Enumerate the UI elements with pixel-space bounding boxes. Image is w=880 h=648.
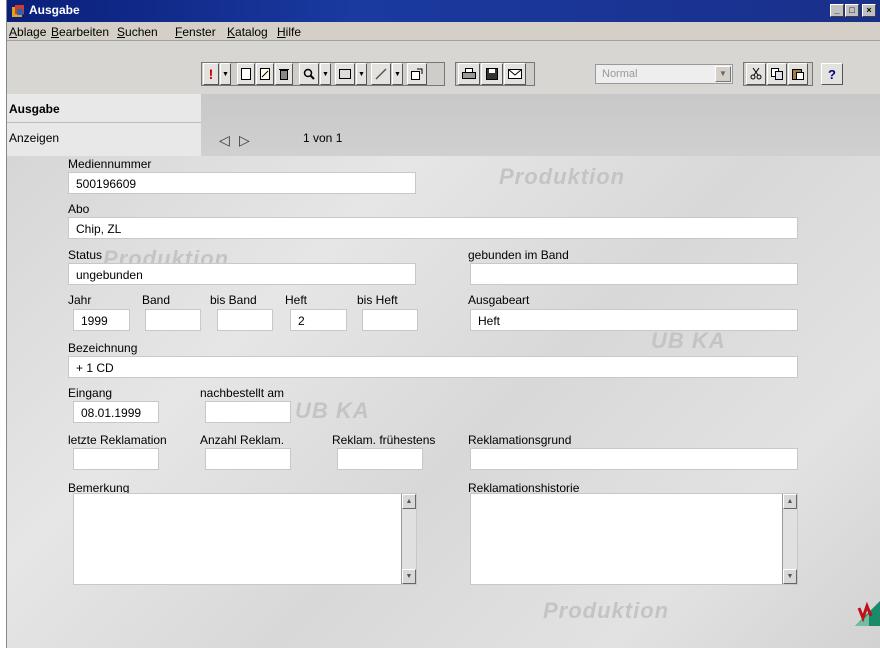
minimize-button[interactable]: _ [830, 4, 844, 17]
reklamationshistorie-scrollbar[interactable]: ▲ ▼ [782, 494, 797, 584]
window-title: Ausgabe [29, 3, 80, 17]
abo-field[interactable]: Chip, ZL [68, 217, 798, 239]
label-heft: Heft [285, 293, 308, 307]
sidebar: Ausgabe Anzeigen [7, 94, 201, 156]
menu-hilfe[interactable]: Hilfe [277, 25, 301, 39]
bemerkung-textarea[interactable]: ▲ ▼ [73, 493, 417, 585]
label-nachbestellt-am: nachbestellt am [200, 386, 285, 400]
chevron-down-icon[interactable]: ▼ [715, 66, 731, 82]
label-jahr: Jahr [68, 293, 92, 307]
delete-icon[interactable] [275, 63, 293, 85]
bezeichnung-field[interactable]: + 1 CD [68, 356, 798, 378]
menu-ablage[interactable]: Ablage [9, 25, 46, 39]
label-bezeichnung: Bezeichnung [68, 341, 138, 355]
jahr-field[interactable]: 1999 [73, 309, 130, 331]
application-window: Ausgabe _ □ × Ablage Bearbeiten Suchen F… [6, 0, 880, 648]
menu-bar: Ablage Bearbeiten Suchen Fenster Katalog… [7, 22, 880, 41]
label-anzahl-reklam: Anzahl Reklam. [200, 433, 285, 447]
zoom-combo-value: Normal [602, 68, 638, 80]
watermark-text: Produktion [499, 164, 626, 189]
cut-icon[interactable] [746, 63, 766, 85]
sidebar-item-anzeigen[interactable]: Anzeigen [9, 131, 59, 145]
bis-band-field[interactable] [217, 309, 273, 331]
status-field[interactable]: ungebunden [68, 263, 416, 285]
reklamationsgrund-field[interactable] [470, 448, 798, 470]
alert-icon[interactable]: ! [203, 63, 219, 85]
watermark-text: Produktion [543, 598, 670, 623]
ausgabeart-field[interactable]: Heft [470, 309, 798, 331]
label-reklam-fruehestens: Reklam. frühestens [332, 433, 436, 447]
label-eingang: Eingang [68, 386, 113, 400]
watermark-text: UB KA [295, 398, 370, 423]
menu-suchen[interactable]: Suchen [117, 25, 158, 39]
bis-heft-field[interactable] [362, 309, 418, 331]
label-bis-band: bis Band [210, 293, 257, 307]
search-dropdown-icon[interactable]: ▼ [320, 63, 331, 85]
new-document-icon[interactable] [237, 63, 255, 85]
label-letzte-reklamation: letzte Reklamation [68, 433, 167, 447]
brand-logo-icon [855, 601, 880, 626]
paste-icon[interactable] [788, 63, 808, 85]
sidebar-header: Ausgabe [9, 102, 60, 116]
scroll-down-icon[interactable]: ▼ [783, 569, 797, 584]
gebunden-im-band-field[interactable] [470, 263, 798, 285]
maximize-button[interactable]: □ [845, 4, 859, 17]
export-icon[interactable] [407, 63, 427, 85]
reklamationshistorie-textarea[interactable]: ▲ ▼ [470, 493, 798, 585]
mail-icon[interactable] [504, 63, 526, 85]
link-icon[interactable] [371, 63, 391, 85]
band-field[interactable] [145, 309, 201, 331]
label-bis-heft: bis Heft [357, 293, 398, 307]
title-bar: Ausgabe _ □ × [7, 0, 880, 22]
edit-document-icon[interactable] [256, 63, 274, 85]
heft-field[interactable]: 2 [290, 309, 347, 331]
watermark-text: UB KA [651, 328, 726, 353]
menu-fenster[interactable]: Fenster [175, 25, 216, 39]
label-status: Status [68, 248, 103, 262]
view-icon[interactable] [335, 63, 355, 85]
copy-icon[interactable] [767, 63, 787, 85]
help-icon[interactable]: ? [821, 63, 843, 85]
menu-bearbeiten[interactable]: Bearbeiten [51, 25, 109, 39]
toolbar: ! ▼ ▼ ▼ ▼ Normal ▼ ? [7, 41, 880, 94]
close-button[interactable]: × [862, 4, 876, 17]
label-reklamationsgrund: Reklamationsgrund [468, 433, 572, 447]
print-icon[interactable] [458, 63, 480, 85]
label-ausgabeart: Ausgabeart [468, 293, 530, 307]
scroll-up-icon[interactable]: ▲ [783, 494, 797, 509]
anzahl-reklam-field[interactable] [205, 448, 291, 470]
view-dropdown-icon[interactable]: ▼ [356, 63, 367, 85]
scroll-up-icon[interactable]: ▲ [402, 494, 416, 509]
label-gebunden-im-band: gebunden im Band [468, 248, 569, 262]
scroll-down-icon[interactable]: ▼ [402, 569, 416, 584]
sidebar-divider [7, 122, 201, 123]
label-abo: Abo [68, 202, 90, 216]
navigation-strip: ◁ ▷ [201, 94, 880, 156]
record-pager: 1 von 1 [303, 131, 343, 145]
zoom-combo[interactable]: Normal ▼ [595, 64, 733, 84]
eingang-field[interactable]: 08.01.1999 [73, 401, 159, 423]
save-icon[interactable] [481, 63, 503, 85]
label-band: Band [142, 293, 171, 307]
menu-katalog[interactable]: Katalog [227, 25, 268, 39]
nachbestellt-am-field[interactable] [205, 401, 291, 423]
label-mediennummer: Mediennummer [68, 157, 152, 171]
link-dropdown-icon[interactable]: ▼ [392, 63, 403, 85]
letzte-reklamation-field[interactable] [73, 448, 159, 470]
dropdown-arrow-icon[interactable]: ▼ [220, 63, 231, 85]
search-icon[interactable] [299, 63, 319, 85]
reklam-fruehestens-field[interactable] [337, 448, 423, 470]
mediennummer-field[interactable]: 500196609 [68, 172, 416, 194]
bemerkung-scrollbar[interactable]: ▲ ▼ [401, 494, 416, 584]
app-icon [12, 5, 24, 17]
next-record-icon[interactable]: ▷ [239, 132, 250, 149]
previous-record-icon[interactable]: ◁ [219, 132, 230, 149]
